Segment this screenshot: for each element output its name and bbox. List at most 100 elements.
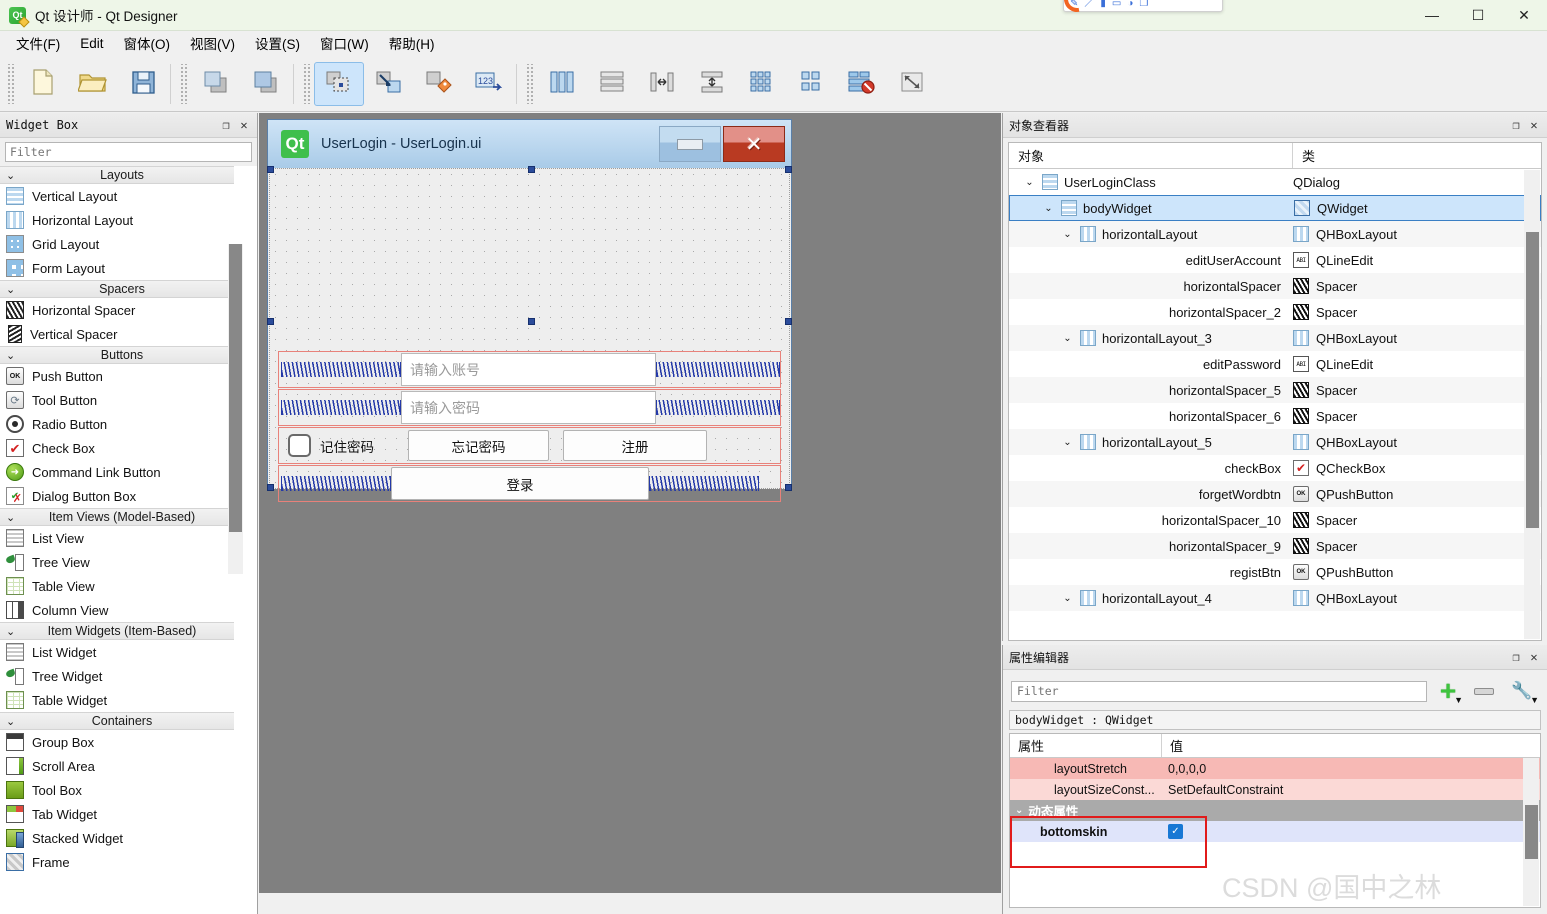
login-right-spacer[interactable]: [649, 476, 759, 491]
bottomskin-checkbox[interactable]: ✓: [1168, 824, 1183, 839]
remove-dynamic-property-button[interactable]: [1469, 678, 1499, 704]
horizontal-spacer-2-widget[interactable]: [656, 362, 780, 377]
menu-edit[interactable]: Edit: [70, 33, 113, 54]
horizontal-spacer-5-widget[interactable]: [281, 400, 401, 415]
tree-row-editpassword[interactable]: editPassword ABI QLineEdit: [1009, 351, 1541, 377]
widget-item-list-widget[interactable]: List Widget: [0, 640, 234, 664]
widget-item-grid-layout[interactable]: Grid Layout: [0, 232, 234, 256]
tree-row-horizontallayout-3[interactable]: ⌄ horizontalLayout_3 QHBoxLayout: [1009, 325, 1541, 351]
tree-row-bodywidget[interactable]: ⌄ bodyWidget QWidget: [1009, 195, 1541, 221]
property-editor-scrollbar-thumb[interactable]: [1525, 805, 1538, 859]
widget-item-push-button[interactable]: OK Push Button: [0, 364, 234, 388]
redo-button[interactable]: [241, 62, 291, 106]
tree-row-horizontallayout[interactable]: ⌄ horizontalLayout QHBoxLayout: [1009, 221, 1541, 247]
toolbar-grip-2[interactable]: [179, 63, 187, 104]
add-dynamic-property-button[interactable]: + ▼: [1433, 677, 1463, 706]
tree-row-userloginclass[interactable]: ⌄ UserLoginClass QDialog: [1009, 169, 1541, 195]
login-left-spacer[interactable]: [281, 476, 391, 491]
layout-splitter-horizontal-button[interactable]: [637, 62, 687, 106]
widget-item-vertical-layout[interactable]: Vertical Layout: [0, 184, 234, 208]
chevron-down-icon[interactable]: ⌄: [1061, 593, 1074, 604]
menu-help[interactable]: 帮助(H): [379, 30, 445, 56]
tree-row-checkbox[interactable]: checkBox ✔ QCheckBox: [1009, 455, 1541, 481]
selection-handle-ml[interactable]: [267, 318, 274, 325]
edit-widgets-button[interactable]: [314, 61, 364, 106]
toolbar-grip[interactable]: [6, 63, 14, 104]
horizontal-spacer-widget[interactable]: [281, 362, 401, 377]
break-layout-button[interactable]: [837, 62, 887, 106]
tree-row-forgetwordbtn[interactable]: forgetWordbtn OK QPushButton: [1009, 481, 1541, 507]
tree-row-horizontalspacer-6[interactable]: horizontalSpacer_6 Spacer: [1009, 403, 1541, 429]
save-file-button[interactable]: [118, 62, 168, 106]
selection-handle-bl[interactable]: [267, 484, 274, 491]
property-value[interactable]: SetDefaultConstraint: [1162, 783, 1540, 797]
widget-box-category-containers[interactable]: ⌄ Containers: [0, 712, 234, 730]
selection-handle-tr[interactable]: [785, 166, 792, 173]
chevron-down-icon[interactable]: ⌄: [1023, 177, 1036, 188]
tree-row-edituseraccount[interactable]: editUserAccount ABI QLineEdit: [1009, 247, 1541, 273]
tree-row-horizontallayout-4[interactable]: ⌄ horizontalLayout_4 QHBoxLayout: [1009, 585, 1541, 611]
widget-item-frame[interactable]: Frame: [0, 850, 234, 874]
widget-item-horizontal-layout[interactable]: Horizontal Layout: [0, 208, 234, 232]
widget-item-dialog-button-box[interactable]: ✔ Dialog Button Box: [0, 484, 234, 508]
property-editor-close-button[interactable]: ✕: [1525, 648, 1543, 666]
widget-item-check-box[interactable]: ✔ Check Box: [0, 436, 234, 460]
toolbar-grip-4[interactable]: [525, 63, 533, 104]
login-button[interactable]: 登录: [391, 467, 649, 500]
new-file-button[interactable]: [18, 62, 68, 106]
widget-box-category-spacers[interactable]: ⌄ Spacers: [0, 280, 234, 298]
widget-item-stacked-widget[interactable]: Stacked Widget: [0, 826, 234, 850]
property-filter-input[interactable]: [1011, 680, 1427, 702]
remember-password-checkbox[interactable]: [288, 434, 311, 457]
chevron-down-icon[interactable]: ⌄: [1061, 333, 1074, 344]
undo-button[interactable]: [191, 62, 241, 106]
widget-item-tree-widget[interactable]: Tree Widget: [0, 664, 234, 688]
selection-handle-tl[interactable]: [267, 166, 274, 173]
forget-password-button[interactable]: 忘记密码: [408, 430, 549, 461]
layout-grid-button[interactable]: [737, 62, 787, 106]
design-canvas[interactable]: Qt UserLogin - UserLogin.ui ✕ 请输入账号 请输入密…: [259, 113, 1001, 893]
edit-tab-order-button[interactable]: 123: [464, 62, 514, 106]
widget-box-category-item-widgets[interactable]: ⌄ Item Widgets (Item-Based): [0, 622, 234, 640]
property-value[interactable]: ✓: [1162, 824, 1540, 839]
widget-item-horizontal-spacer[interactable]: Horizontal Spacer: [0, 298, 234, 322]
property-editor-scrollbar[interactable]: [1523, 758, 1539, 906]
property-row-bottomskin[interactable]: bottomskin ✓: [1010, 821, 1540, 842]
widget-item-command-link-button[interactable]: ➜ Command Link Button: [0, 460, 234, 484]
widget-item-tab-widget[interactable]: Tab Widget: [0, 802, 234, 826]
tree-row-horizontalspacer[interactable]: horizontalSpacer Spacer: [1009, 273, 1541, 299]
editUserAccount-field[interactable]: 请输入账号: [401, 353, 656, 386]
configure-property-editor-button[interactable]: 🔧 ▼: [1505, 678, 1539, 705]
widget-item-vertical-spacer[interactable]: Vertical Spacer: [0, 322, 234, 346]
widget-box-scrollbar-thumb[interactable]: [229, 244, 242, 532]
object-inspector-scrollbar[interactable]: [1524, 170, 1540, 639]
widget-box-category-item-views[interactable]: ⌄ Item Views (Model-Based): [0, 508, 234, 526]
minimize-button[interactable]: —: [1409, 0, 1455, 31]
tree-row-registbtn[interactable]: registBtn OK QPushButton: [1009, 559, 1541, 585]
layout-row-options[interactable]: 记住密码 忘记密码 注册: [278, 427, 781, 464]
chevron-down-icon[interactable]: ⌄: [1061, 229, 1074, 240]
tree-row-horizontalspacer-5[interactable]: horizontalSpacer_5 Spacer: [1009, 377, 1541, 403]
selection-handle-br[interactable]: [785, 484, 792, 491]
object-inspector-float-button[interactable]: ❐: [1507, 116, 1525, 134]
menu-view[interactable]: 视图(V): [180, 30, 245, 56]
widget-item-radio-button[interactable]: Radio Button: [0, 412, 234, 436]
horizontal-spacer-6-widget[interactable]: [656, 400, 780, 415]
widget-box-category-buttons[interactable]: ⌄ Buttons: [0, 346, 234, 364]
chevron-down-icon[interactable]: ⌄: [1042, 203, 1055, 214]
property-row-layoutstretch[interactable]: layoutStretch 0,0,0,0: [1010, 758, 1540, 779]
widget-item-scroll-area[interactable]: Scroll Area: [0, 754, 234, 778]
form-window-userlogin[interactable]: Qt UserLogin - UserLogin.ui ✕ 请输入账号 请输入密…: [267, 119, 792, 502]
adjust-size-button[interactable]: [887, 62, 937, 106]
layout-row-login[interactable]: 登录: [278, 465, 781, 502]
property-row-layoutsizeconstraint[interactable]: layoutSizeConst... SetDefaultConstraint: [1010, 779, 1540, 800]
widget-item-tool-button[interactable]: ⟳ Tool Button: [0, 388, 234, 412]
form-body-widget[interactable]: 请输入账号 请输入密码 记住密码 忘记密码 注册 登录: [267, 166, 792, 502]
close-button[interactable]: ✕: [1501, 0, 1547, 31]
widget-item-column-view[interactable]: Column View: [0, 598, 234, 622]
menu-window[interactable]: 窗口(W): [310, 30, 379, 56]
property-editor-float-button[interactable]: ❐: [1507, 648, 1525, 666]
selection-handle-mc[interactable]: [528, 318, 535, 325]
widget-box-category-layouts[interactable]: ⌄ Layouts: [0, 166, 234, 184]
widget-box-scrollbar[interactable]: [228, 244, 243, 574]
